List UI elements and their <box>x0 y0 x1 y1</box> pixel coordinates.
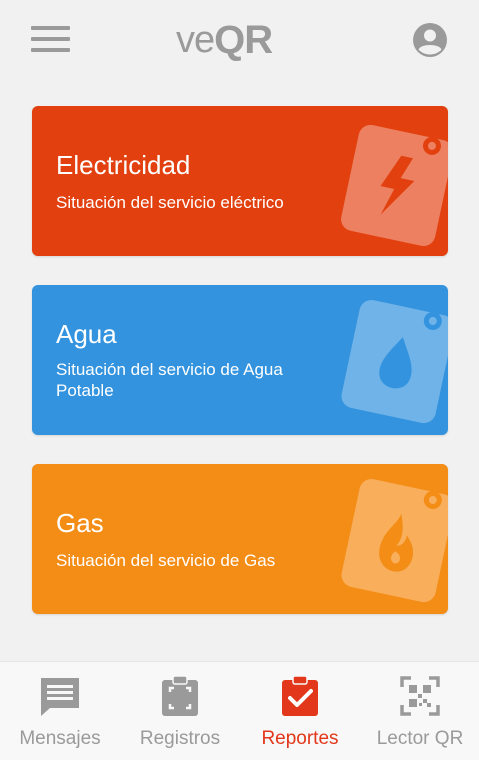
clipboard-scan-icon <box>162 675 198 716</box>
messages-icon <box>41 678 79 716</box>
tab-label: Reportes <box>261 728 339 749</box>
tab-registros[interactable]: Registros <box>120 662 240 760</box>
card-subtitle: Situación del servicio eléctrico <box>56 193 284 212</box>
app-logo: ve QR <box>176 18 273 62</box>
water-tag-icon <box>341 299 448 424</box>
card-electricidad[interactable]: Electricidad Situación del servicio eléc… <box>32 106 448 256</box>
tab-lector-qr[interactable]: Lector QR <box>360 662 479 760</box>
tab-mensajes[interactable]: Mensajes <box>0 662 120 760</box>
app-header: ve QR <box>0 0 479 80</box>
qr-reader-icon <box>400 676 440 716</box>
clipboard-check-icon <box>282 675 318 716</box>
card-subtitle: Situación del servicio de Gas <box>56 551 276 570</box>
card-title: Agua <box>56 319 117 349</box>
gas-tag-icon <box>341 478 448 603</box>
card-agua[interactable]: Agua Situación del servicio de Agua Pota… <box>32 285 448 435</box>
profile-avatar-icon[interactable] <box>412 22 448 58</box>
bottom-tab-bar: Mensajes Registros Reportes Lector QR <box>0 661 479 760</box>
logo-suffix: QR <box>214 18 273 62</box>
logo-prefix: ve <box>176 19 215 61</box>
tab-label: Registros <box>139 728 221 749</box>
electricity-tag-icon <box>341 124 448 247</box>
card-gas[interactable]: Gas Situación del servicio de Gas <box>32 464 448 614</box>
card-title: Electricidad <box>56 150 191 180</box>
card-subtitle: Situación del servicio de Agua Potable <box>56 360 283 400</box>
tab-reportes[interactable]: Reportes <box>240 662 360 760</box>
menu-icon[interactable] <box>31 26 71 54</box>
tab-label: Lector QR <box>376 728 464 749</box>
card-title: Gas <box>56 508 104 538</box>
tab-label: Mensajes <box>19 728 101 749</box>
